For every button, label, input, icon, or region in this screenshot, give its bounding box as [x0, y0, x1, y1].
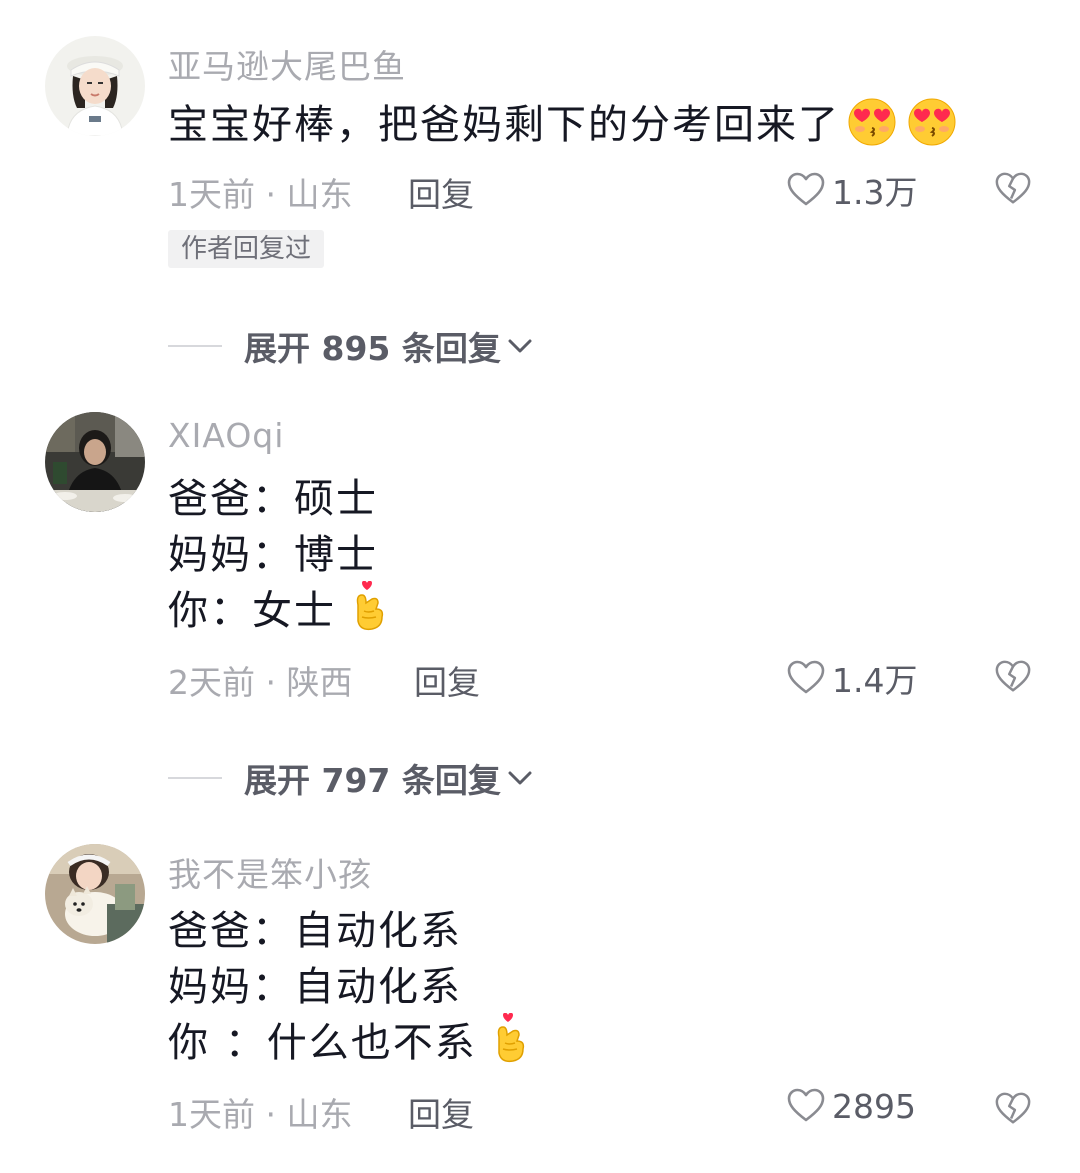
- author-replied-badge: 作者回复过: [168, 230, 325, 268]
- comment-text-line: 妈妈：博士: [168, 522, 378, 580]
- chevron-down-icon: [508, 339, 532, 353]
- chevron-down-icon: [508, 771, 532, 785]
- avatar[interactable]: [45, 844, 145, 944]
- divider-line: [168, 777, 222, 779]
- expand-replies-button[interactable]: 展开 797 条回复: [168, 754, 535, 802]
- heart-outline-icon: [787, 660, 825, 694]
- reply-button[interactable]: 回复: [414, 656, 480, 704]
- comment-text-line-2: 妈妈：自动化系: [168, 964, 462, 1010]
- finger-heart-emoji-icon: [356, 581, 384, 631]
- like-button[interactable]: 1.4万: [786, 654, 917, 702]
- reply-button[interactable]: 回复: [408, 168, 474, 216]
- comment-username[interactable]: 亚马逊大尾巴鱼: [168, 40, 406, 88]
- expand-replies-label: 展开 895 条回复: [244, 329, 501, 368]
- comment-time-location: 2天前 · 陕西: [168, 663, 353, 702]
- comment-username[interactable]: XIAOqi: [168, 416, 284, 455]
- comment-time-location: 1天前 · 山东: [168, 1095, 353, 1134]
- comment-text-line-1: 爸爸：硕士: [168, 476, 378, 522]
- like-count: 2895: [832, 1086, 916, 1126]
- expand-replies-button[interactable]: 展开 895 条回复: [168, 322, 535, 370]
- comment-text-line-3: 你：女士: [168, 588, 336, 634]
- heart-eyes-kiss-emoji-icon: [848, 98, 896, 146]
- comment-text-line: 宝宝好棒，把爸妈剩下的分考回来了: [168, 102, 840, 148]
- expand-replies-label: 展开 797 条回复: [244, 761, 501, 800]
- comment-username[interactable]: 我不是笨小孩: [168, 848, 372, 896]
- comment-text-line: 爸爸：硕士: [168, 466, 378, 524]
- broken-heart-icon[interactable]: [994, 658, 1032, 696]
- heart-outline-icon: [787, 172, 825, 206]
- avatar[interactable]: [45, 412, 145, 512]
- comment-text-line: 你 ：什么也不系: [168, 1010, 529, 1068]
- heart-eyes-kiss-emoji-icon: [908, 98, 956, 146]
- comment-text-line: 你：女士: [168, 578, 388, 636]
- broken-heart-icon[interactable]: [994, 170, 1032, 208]
- like-count: 1.4万: [832, 661, 918, 700]
- heart-outline-icon: [787, 1088, 825, 1122]
- reply-button[interactable]: 回复: [408, 1088, 474, 1136]
- like-button[interactable]: 1.3万: [786, 166, 917, 214]
- finger-heart-emoji-icon: [497, 1013, 524, 1063]
- comment-text-line-2: 妈妈：博士: [168, 532, 378, 578]
- like-button[interactable]: 2895: [786, 1086, 916, 1126]
- broken-heart-icon[interactable]: [994, 1090, 1032, 1128]
- comment-text: 宝宝好棒，把爸妈剩下的分考回来了: [168, 92, 960, 150]
- like-count: 1.3万: [832, 173, 918, 212]
- comment-time-location: 1天前 · 山东: [168, 175, 353, 214]
- avatar[interactable]: [45, 36, 145, 136]
- divider-line: [168, 345, 222, 347]
- comment-text-line-1: 爸爸：自动化系: [168, 908, 462, 954]
- comment-text-line: 妈妈：自动化系: [168, 954, 462, 1012]
- comment-text-line-3: 你 ：什么也不系: [168, 1020, 477, 1066]
- comment-text-line: 爸爸：自动化系: [168, 898, 462, 956]
